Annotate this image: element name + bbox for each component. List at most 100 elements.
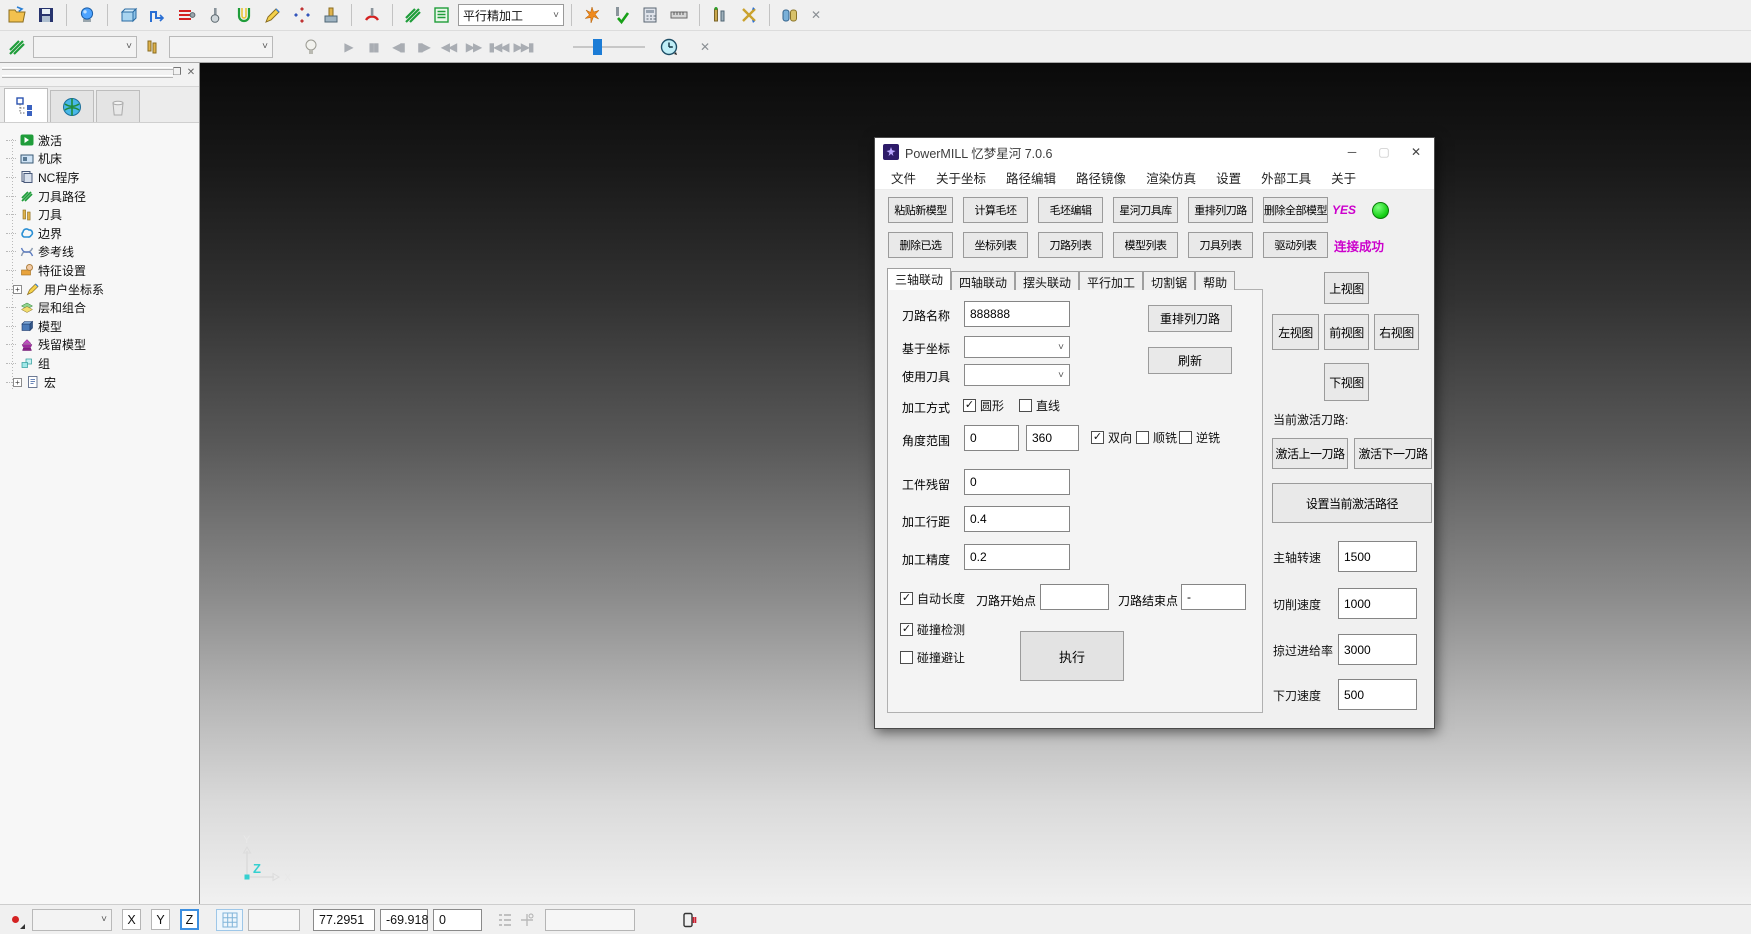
use-tool-select[interactable]: ˅	[964, 364, 1070, 386]
close-toolbar-icon[interactable]: ✕	[806, 5, 826, 25]
explorer-panel-header[interactable]: ❐ ✕	[0, 63, 199, 87]
tree-item-stock-model[interactable]: 残留模型	[4, 336, 199, 355]
grid-icon[interactable]	[216, 909, 243, 931]
feed-rate-icon[interactable]	[173, 2, 199, 28]
tab-saw[interactable]: 切割锯	[1143, 271, 1195, 290]
cutting-feed-input[interactable]	[1338, 588, 1417, 619]
tree-item-tool[interactable]: 刀具	[4, 205, 199, 224]
grid-size-field[interactable]	[248, 909, 300, 931]
plunge-feed-input[interactable]	[1338, 679, 1417, 710]
tab-4axis[interactable]: 四轴联动	[951, 271, 1015, 290]
menu-about[interactable]: 关于	[1321, 168, 1366, 187]
activate-next-button[interactable]: 激活下一刀路	[1354, 438, 1432, 469]
leads-and-links-icon[interactable]	[231, 2, 257, 28]
minimize-icon[interactable]: ─	[1336, 139, 1368, 165]
cursor-y-field[interactable]: -69.918	[380, 909, 428, 931]
tool-start-point-icon[interactable]	[202, 2, 228, 28]
menu-render-sim[interactable]: 渲染仿真	[1136, 168, 1206, 187]
menu-external-tools[interactable]: 外部工具	[1251, 168, 1321, 187]
menu-path-edit[interactable]: 路径编辑	[996, 168, 1066, 187]
tab-3axis[interactable]: 三轴联动	[887, 268, 951, 290]
tree-item-levels-sets[interactable]: 层和组合	[4, 298, 199, 317]
circle-mode-checkbox[interactable]: ✓圆形	[963, 397, 1004, 414]
stock-allowance-input[interactable]	[964, 469, 1070, 495]
tool-list-button[interactable]: 刀具列表	[1188, 232, 1253, 258]
toolpath-list-button[interactable]: 刀路列表	[1038, 232, 1103, 258]
step-back-icon[interactable]: ◀▮	[387, 36, 409, 58]
end-point-input[interactable]	[1181, 584, 1246, 610]
position-field[interactable]	[545, 909, 635, 931]
tree-item-toolpath[interactable]: 刀具路径	[4, 187, 199, 206]
refresh-button[interactable]: 刷新	[1148, 347, 1232, 374]
simulation-speed-slider[interactable]	[573, 37, 645, 57]
edit-block-button[interactable]: 毛坯编辑	[1038, 197, 1103, 223]
component-pair-icon[interactable]	[777, 2, 803, 28]
dialog-titlebar[interactable]: PowerMILL 忆梦星河 7.0.6 ─ ▢ ✕	[875, 138, 1434, 166]
coord-base-select[interactable]: ˅	[964, 336, 1070, 358]
expand-icon[interactable]: +	[13, 378, 22, 387]
tree-item-workplane[interactable]: +用户坐标系	[4, 280, 199, 299]
stepover-input[interactable]	[964, 506, 1070, 532]
expand-icon[interactable]: +	[13, 285, 22, 294]
rewind-icon[interactable]: ◀◀	[437, 36, 459, 58]
model-list-button[interactable]: 模型列表	[1113, 232, 1178, 258]
tool-database-icon[interactable]	[318, 2, 344, 28]
block-icon[interactable]	[115, 2, 141, 28]
tab-parallel[interactable]: 平行加工	[1079, 271, 1143, 290]
clock-icon[interactable]	[656, 34, 682, 60]
active-toolpath-combobox[interactable]: 平行精加工 ˅	[458, 4, 564, 26]
tree-item-machine[interactable]: 机床	[4, 150, 199, 169]
tab-explorer-tree[interactable]	[4, 88, 48, 122]
go-to-end-icon[interactable]: ▶▶▮	[512, 36, 534, 58]
tree-item-nc-program[interactable]: NC程序	[4, 168, 199, 187]
pause-icon[interactable]: ▮▮	[362, 36, 384, 58]
menu-settings[interactable]: 设置	[1206, 168, 1251, 187]
tab-tilt-head[interactable]: 摆头联动	[1015, 271, 1079, 290]
axis-x-button[interactable]: X	[122, 909, 141, 930]
view-top-button[interactable]: 上视图	[1324, 272, 1369, 304]
maximize-icon[interactable]: ▢	[1368, 139, 1400, 165]
bidirectional-checkbox[interactable]: ✓双向	[1091, 429, 1132, 446]
step-forward-icon[interactable]: ▮▶	[412, 36, 434, 58]
tree-item-pattern[interactable]: 参考线	[4, 243, 199, 262]
drive-list-button[interactable]: 驱动列表	[1263, 232, 1328, 258]
position-pick-icon[interactable]	[518, 911, 536, 929]
save-project-icon[interactable]	[33, 2, 59, 28]
rearrange-toolpath-button[interactable]: 重排列刀路	[1148, 305, 1232, 332]
view-bottom-button[interactable]: 下视图	[1324, 363, 1369, 401]
rapid-move-heights-icon[interactable]	[144, 2, 170, 28]
view-front-button[interactable]: 前视图	[1324, 314, 1369, 350]
float-panel-icon[interactable]: ❐	[171, 66, 183, 78]
delete-all-models-button[interactable]: 删除全部模型	[1263, 197, 1328, 223]
close-panel-icon[interactable]: ✕	[185, 66, 197, 78]
tree-item-group[interactable]: 组	[4, 354, 199, 373]
menu-file[interactable]: 文件	[881, 168, 926, 187]
play-icon[interactable]: ▶	[337, 36, 359, 58]
tree-item-model[interactable]: 模型	[4, 317, 199, 336]
set-active-path-button[interactable]: 设置当前激活路径	[1272, 483, 1432, 523]
points-icon[interactable]	[289, 2, 315, 28]
toolpath-name-input[interactable]	[964, 301, 1070, 327]
collision-check-checkbox[interactable]: ✓碰撞检测	[900, 621, 965, 638]
device-icon[interactable]	[680, 911, 698, 929]
sim-tool-combobox[interactable]: ˅	[169, 36, 273, 58]
collision-avoid-checkbox[interactable]: 碰撞避让	[900, 649, 965, 666]
tool-library-button[interactable]: 星河刀具库	[1113, 197, 1178, 223]
auto-length-checkbox[interactable]: ✓自动长度	[900, 590, 965, 607]
axis-y-button[interactable]: Y	[151, 909, 170, 930]
activate-prev-button[interactable]: 激活上一刀路	[1272, 438, 1348, 469]
angle-to-input[interactable]	[1026, 425, 1079, 451]
sim-entity-combobox[interactable]: ˅	[33, 36, 137, 58]
start-point-input[interactable]	[1040, 584, 1109, 610]
angle-from-input[interactable]	[964, 425, 1019, 451]
close-icon[interactable]: ✕	[1400, 139, 1432, 165]
tree-item-feature-set[interactable]: 特征设置	[4, 261, 199, 280]
tab-help[interactable]: 帮助	[1195, 271, 1235, 290]
collision-check-icon[interactable]	[359, 2, 385, 28]
paste-new-model-button[interactable]: 粘贴新模型	[888, 197, 953, 223]
coord-list-button[interactable]: 坐标列表	[963, 232, 1028, 258]
climb-mill-checkbox[interactable]: 顺铣	[1136, 429, 1177, 446]
spindle-speed-input[interactable]	[1338, 541, 1417, 572]
calc-block-button[interactable]: 计算毛坯	[963, 197, 1028, 223]
verify-icon[interactable]	[608, 2, 634, 28]
